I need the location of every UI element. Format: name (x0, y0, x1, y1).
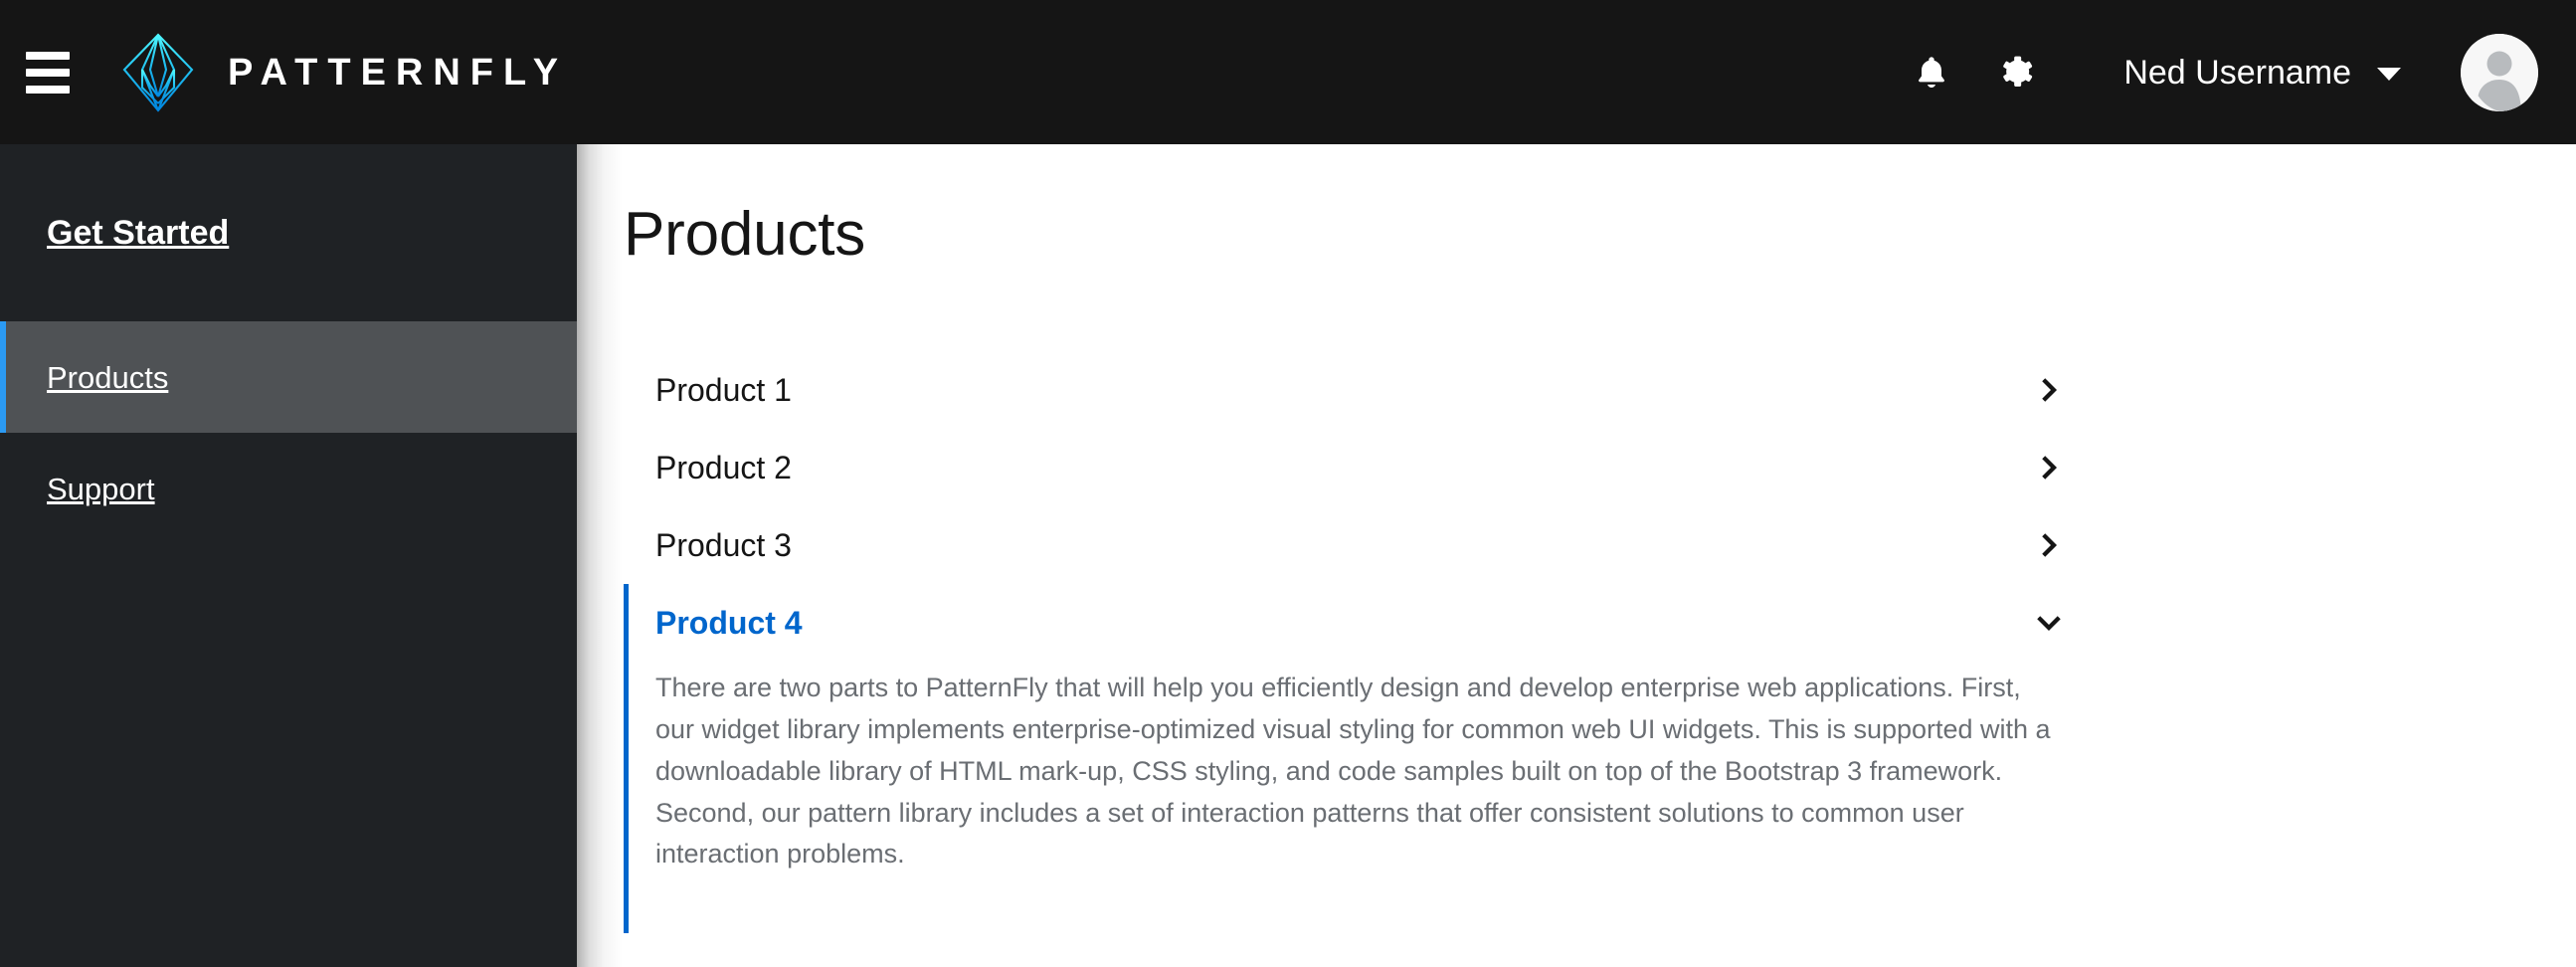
chevron-right-icon (2032, 528, 2066, 562)
accordion-toggle-product-4[interactable]: Product 4 (624, 584, 2111, 662)
sidebar-item-products[interactable]: Products (0, 321, 577, 433)
sidebar-item-label: Get Started (47, 214, 230, 252)
sidebar-item-products-wrapper: Products (0, 321, 577, 433)
brand-link[interactable]: PATTERNFLY (121, 30, 568, 115)
notifications-button[interactable] (1889, 30, 1974, 115)
gear-icon (1997, 53, 2037, 93)
product-accordion: Product 1 Product 2 Product 3 Product 4 … (624, 351, 2111, 934)
accordion-label: Product 2 (655, 450, 792, 485)
masthead-left: PATTERNFLY (0, 25, 568, 120)
settings-button[interactable] (1974, 30, 2060, 115)
accordion-item: Product 2 (624, 429, 2111, 506)
sidebar-item-get-started[interactable]: Get Started (0, 144, 577, 321)
sidebar-item-label: Products (47, 359, 169, 395)
user-menu-toggle[interactable]: Ned Username (2117, 46, 2407, 99)
nav-toggle-hamburger-icon[interactable] (0, 25, 95, 120)
accordion-panel-product-4: There are two parts to PatternFly that w… (624, 662, 2111, 934)
accordion-body-text: There are two parts to PatternFly that w… (655, 673, 2051, 870)
page-body: Get Started Products Support Products Pr… (0, 144, 2576, 967)
accordion-item: Product 1 (624, 351, 2111, 429)
chevron-right-icon (2032, 373, 2066, 407)
masthead: PATTERNFLY Ned Username (0, 0, 2576, 144)
chevron-right-icon (2032, 451, 2066, 484)
sidebar-item-support[interactable]: Support (0, 433, 577, 544)
user-name: Ned Username (2123, 53, 2351, 92)
accordion-label: Product 1 (655, 372, 792, 408)
brand-text: PATTERNFLY (228, 51, 569, 94)
avatar[interactable] (2461, 33, 2538, 111)
hamburger-bar (26, 68, 70, 77)
sidebar-item-label: Support (47, 471, 155, 506)
accordion-toggle-product-2[interactable]: Product 2 (624, 429, 2111, 506)
sidebar-item-support-wrapper: Support (0, 433, 577, 544)
bell-icon (1912, 53, 1951, 93)
hamburger-bar (26, 51, 70, 60)
page-title: Products (624, 200, 866, 269)
accordion-item: Product 3 (624, 506, 2111, 584)
sidebar-item-get-started-wrapper: Get Started (0, 144, 577, 321)
chevron-down-icon (2032, 606, 2066, 640)
masthead-right: Ned Username (1889, 30, 2538, 115)
accordion-label: Product 3 (655, 527, 792, 563)
accordion-label: Product 4 (655, 605, 803, 641)
main-inner: Products Product 1 Product 2 Product 3 P… (577, 144, 2576, 967)
accordion-toggle-product-1[interactable]: Product 1 (624, 351, 2111, 429)
sidebar-nav-list: Get Started Products Support (0, 144, 577, 544)
chevron-down-icon (2377, 68, 2401, 81)
patternfly-logo-icon (121, 30, 195, 115)
hamburger-bar (26, 85, 70, 94)
sidebar: Get Started Products Support (0, 144, 577, 967)
accordion-item: Product 4 There are two parts to Pattern… (624, 584, 2111, 934)
patternfly-app: PATTERNFLY Ned Username Get Started Prod… (0, 0, 2576, 967)
main-content: Products Product 1 Product 2 Product 3 P… (577, 144, 2576, 967)
accordion-toggle-product-3[interactable]: Product 3 (624, 506, 2111, 584)
